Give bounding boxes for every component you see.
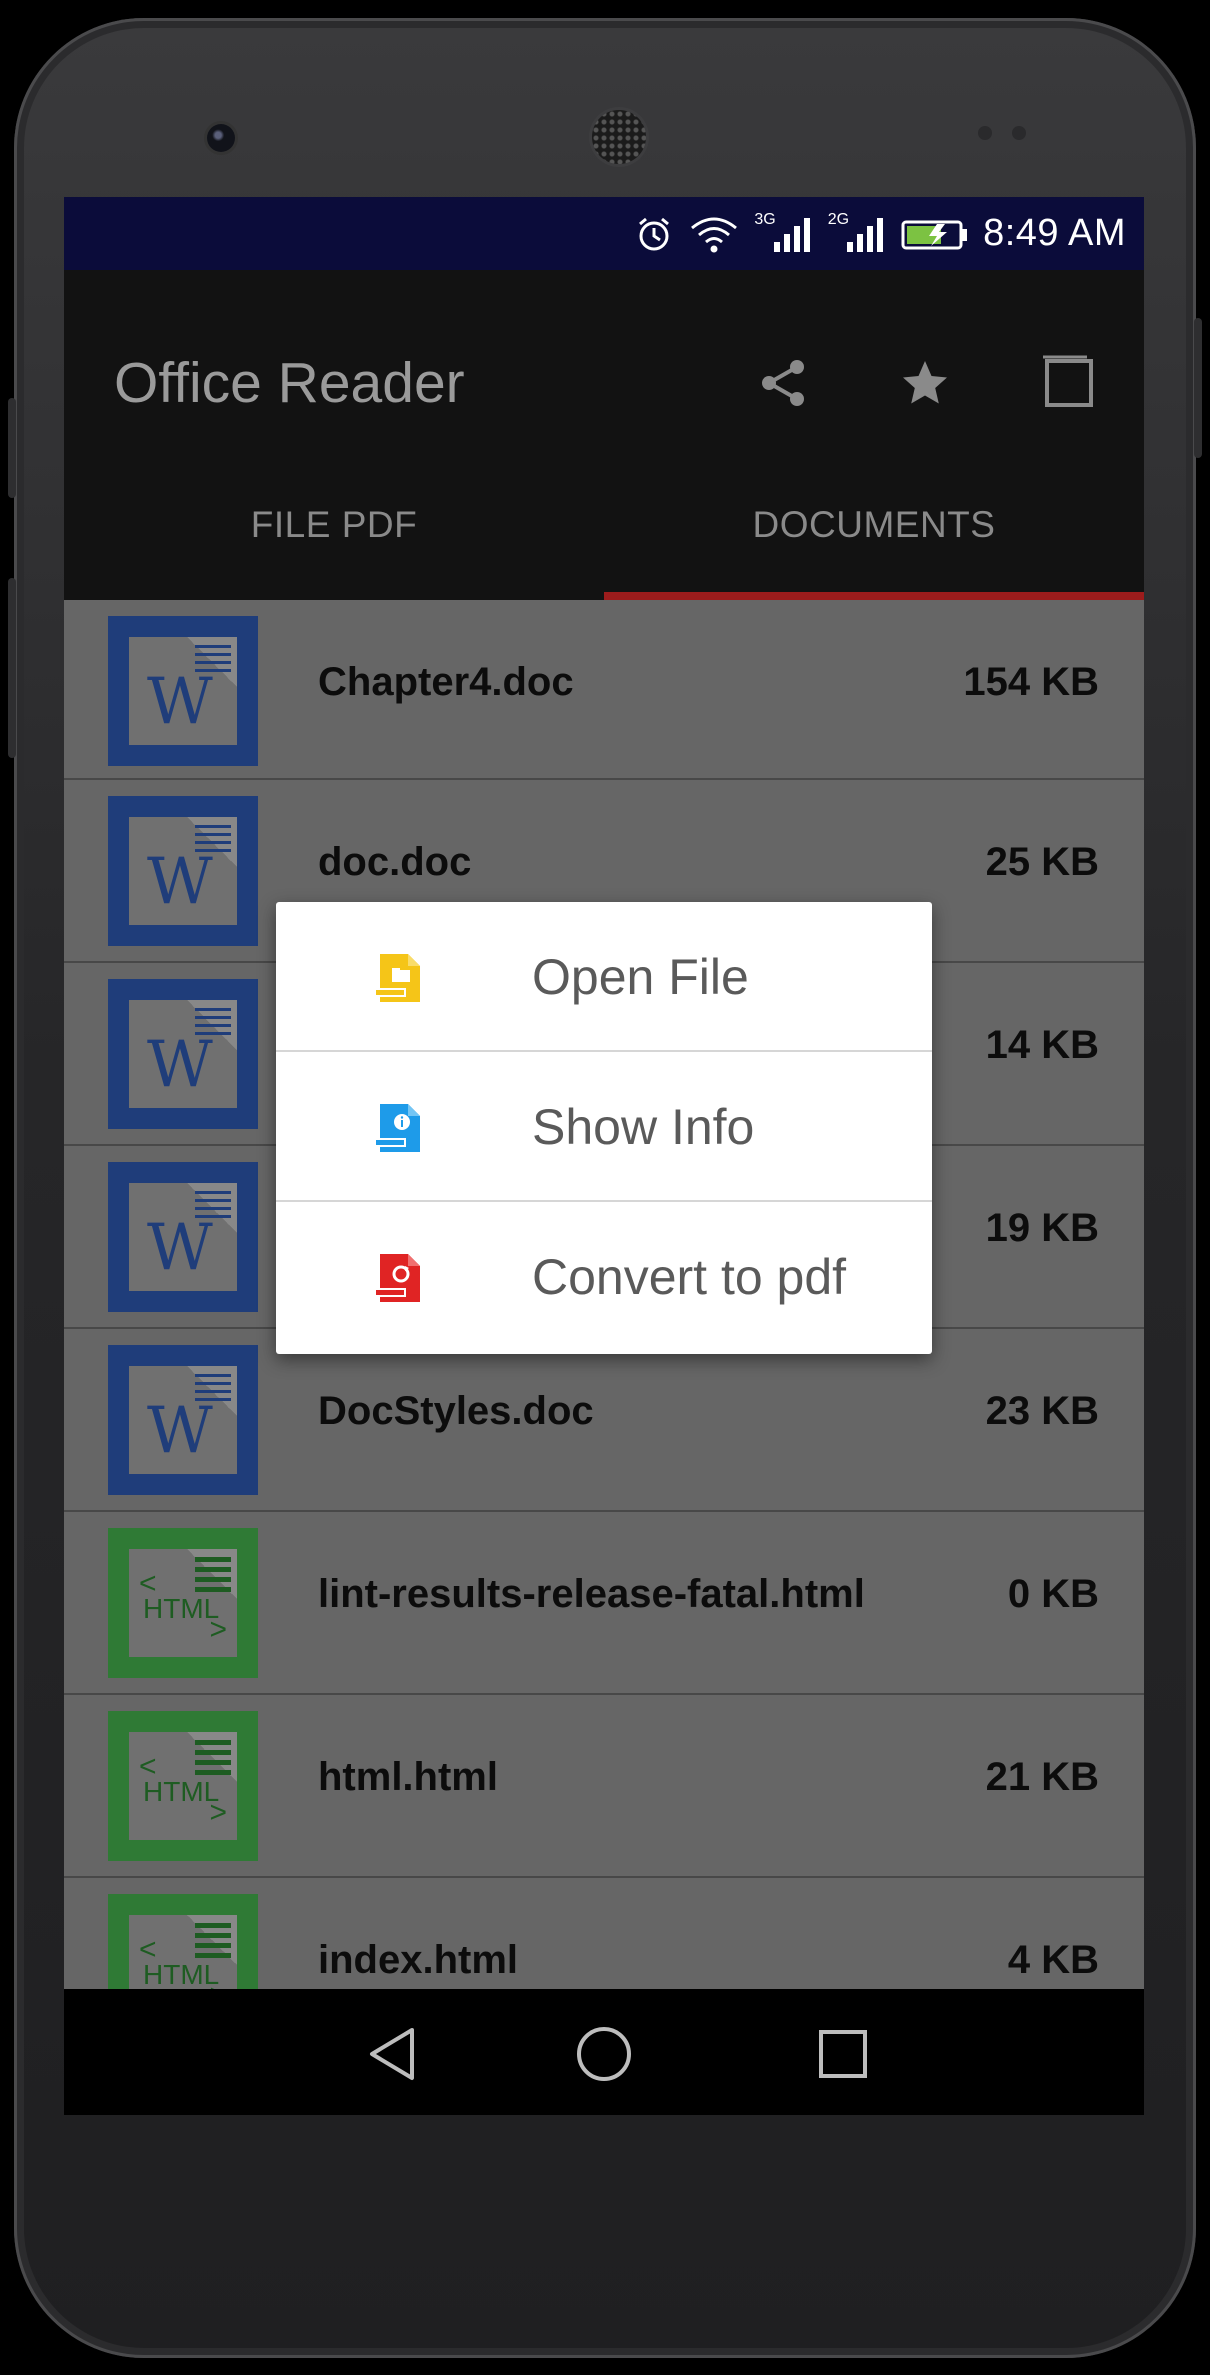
- info-file-icon: [374, 1104, 420, 1152]
- side-button: [1194, 318, 1202, 458]
- battery-charging-icon: [901, 216, 969, 252]
- menu-item-label: Convert to pdf: [532, 1249, 847, 1305]
- star-icon[interactable]: [890, 348, 960, 418]
- word-doc-icon: W: [108, 979, 258, 1129]
- recents-icon[interactable]: [808, 2019, 878, 2089]
- word-doc-icon: W: [108, 1162, 258, 1312]
- file-size: 0 KB: [1007, 1572, 1099, 1616]
- list-item[interactable]: W Chapter4.doc 154 KB: [64, 600, 1144, 780]
- alarm-icon: [634, 214, 674, 254]
- convert-pdf-icon: [374, 1254, 420, 1302]
- file-size: 14 KB: [985, 1023, 1099, 1067]
- file-size: 23 KB: [985, 1389, 1099, 1433]
- proximity-sensor: [978, 126, 992, 140]
- earpiece-speaker: [592, 110, 646, 164]
- app-title: Office Reader: [114, 351, 465, 415]
- power-button: [8, 398, 16, 498]
- file-name: doc.doc: [318, 840, 472, 884]
- screen: 3G 2G 8:49 AM Office Reader FILE PDF DOC…: [64, 197, 1144, 2115]
- menu-item-convert-pdf[interactable]: Convert to pdf: [276, 1202, 932, 1354]
- word-doc-icon: W: [108, 1345, 258, 1495]
- context-menu-dialog: Open File Show Info Convert to pdf: [276, 902, 932, 1354]
- signal-3g-icon: 3G: [754, 210, 813, 254]
- status-bar: 3G 2G 8:49 AM: [64, 197, 1144, 270]
- app-bar: Office Reader FILE PDF DOCUMENTS: [64, 270, 1144, 600]
- file-size: 4 KB: [1007, 1938, 1099, 1982]
- word-doc-icon: W: [108, 796, 258, 946]
- word-doc-icon: W: [108, 616, 258, 766]
- list-item[interactable]: < HTML > lint-results-release-fatal.html 0…: [64, 1512, 1144, 1695]
- clock: 8:49 AM: [983, 212, 1126, 254]
- file-name: DocStyles.doc: [318, 1389, 594, 1433]
- html-file-icon: <HTML>: [108, 1711, 258, 1861]
- signal-2g-icon: 2G: [827, 210, 887, 254]
- network-type-3g: 3G: [754, 210, 776, 228]
- navigation-bar: [64, 1989, 1144, 2115]
- light-sensor: [1012, 126, 1026, 140]
- html-file-icon: <HTML>: [108, 1528, 258, 1678]
- menu-item-label: Open File: [532, 949, 749, 1005]
- open-file-icon: [374, 954, 420, 1002]
- network-type-2g: 2G: [827, 210, 850, 228]
- back-icon[interactable]: [357, 2019, 427, 2089]
- share-icon[interactable]: [748, 348, 818, 418]
- menu-item-label: Show Info: [532, 1099, 755, 1155]
- tab-file-pdf[interactable]: FILE PDF: [64, 455, 604, 595]
- front-camera: [207, 124, 235, 152]
- file-size: 21 KB: [985, 1755, 1099, 1799]
- tab-indicator: [604, 592, 1144, 600]
- select-all-icon[interactable]: [1034, 348, 1104, 418]
- list-item[interactable]: < HTML > html.html 21 KB: [64, 1695, 1144, 1878]
- file-size: 154 KB: [963, 660, 1099, 704]
- menu-item-open-file[interactable]: Open File: [276, 902, 932, 1052]
- menu-item-show-info[interactable]: Show Info: [276, 1052, 932, 1202]
- wifi-icon: [688, 214, 740, 254]
- file-name: html.html: [318, 1755, 498, 1799]
- file-size: 25 KB: [985, 840, 1099, 884]
- tab-documents[interactable]: DOCUMENTS: [604, 455, 1144, 595]
- volume-button: [8, 578, 16, 758]
- file-name: lint-results-release-fatal.html: [318, 1572, 865, 1616]
- file-name: Chapter4.doc: [318, 660, 574, 704]
- file-name: index.html: [318, 1938, 519, 1982]
- list-item[interactable]: W DocStyles.doc 23 KB: [64, 1329, 1144, 1512]
- home-icon[interactable]: [569, 2019, 639, 2089]
- file-size: 19 KB: [985, 1206, 1099, 1250]
